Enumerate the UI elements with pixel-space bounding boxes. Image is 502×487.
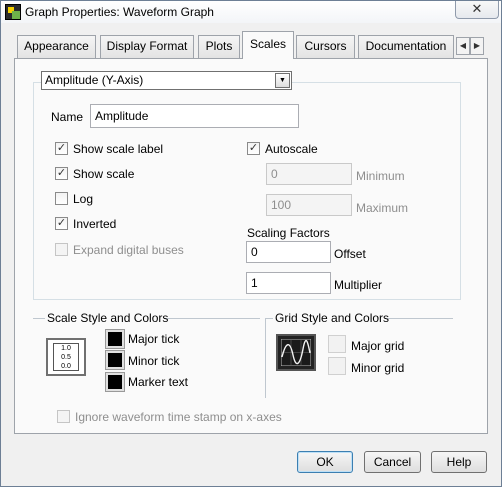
log-label: Log: [73, 192, 94, 206]
scale-style-preview: 1.0 0.5 0.0: [53, 343, 79, 371]
minor-tick-label: Minor tick: [128, 354, 180, 368]
major-tick-label: Major tick: [128, 332, 180, 346]
grid-wave-icon: [280, 338, 312, 367]
group-divider: [265, 318, 266, 398]
show-scale-checkbox[interactable]: ✓: [55, 167, 68, 180]
scale-style-divider-left: [33, 318, 45, 319]
expand-digital-buses-checkbox[interactable]: [55, 243, 68, 256]
ignore-timestamp-checkbox[interactable]: [57, 410, 70, 423]
cancel-button[interactable]: Cancel: [364, 451, 421, 473]
multiplier-label: Multiplier: [334, 278, 383, 292]
autoscale-label: Autoscale: [265, 142, 318, 156]
maximum-label: Maximum: [356, 201, 409, 215]
marker-text-color-swatch[interactable]: [105, 372, 125, 392]
show-scale-label-checkbox[interactable]: ✓: [55, 142, 68, 155]
minor-grid-label: Minor grid: [351, 361, 405, 375]
grid-style-title: Grid Style and Colors: [275, 311, 390, 325]
expand-digital-buses-label: Expand digital buses: [73, 243, 184, 257]
scale-style-divider-right: [164, 318, 260, 319]
grid-style-divider-right: [387, 318, 453, 319]
show-scale-label-label: Show scale label: [73, 142, 164, 156]
chevron-down-icon[interactable]: ▼: [275, 73, 290, 88]
inverted-checkbox[interactable]: ✓: [55, 217, 68, 230]
ignore-timestamp-label: Ignore waveform time stamp on x-axes: [75, 410, 282, 424]
minimum-label: Minimum: [356, 169, 405, 183]
multiplier-field[interactable]: 1: [246, 272, 331, 294]
minimum-field[interactable]: 0: [266, 163, 352, 185]
minor-grid-color-swatch[interactable]: [328, 357, 346, 375]
major-grid-label: Major grid: [351, 339, 405, 353]
scaling-factors-title: Scaling Factors: [247, 226, 330, 240]
ok-button[interactable]: OK: [297, 451, 353, 473]
minor-tick-color-swatch[interactable]: [105, 350, 125, 370]
autoscale-checkbox[interactable]: ✓: [247, 142, 260, 155]
log-checkbox[interactable]: [55, 192, 68, 205]
grid-style-icon[interactable]: [276, 334, 316, 371]
grid-style-divider-left: [265, 318, 273, 319]
scale-style-tick-bottom: 0.0: [61, 363, 71, 370]
axis-selector-value: Amplitude (Y-Axis): [45, 73, 144, 87]
offset-field[interactable]: 0: [246, 241, 331, 263]
help-button[interactable]: Help: [431, 451, 487, 473]
name-field[interactable]: Amplitude: [90, 104, 299, 128]
scale-style-tick-top: 1.0: [61, 345, 71, 352]
major-grid-color-swatch[interactable]: [328, 335, 346, 353]
marker-text-label: Marker text: [128, 375, 189, 389]
major-tick-color-swatch[interactable]: [105, 329, 125, 349]
scale-style-tick-mid: 0.5: [61, 354, 71, 361]
scale-style-icon[interactable]: 1.0 0.5 0.0: [46, 338, 86, 376]
show-scale-label: Show scale: [73, 167, 135, 181]
offset-label: Offset: [334, 247, 366, 261]
maximum-field[interactable]: 100: [266, 194, 352, 216]
inverted-label: Inverted: [73, 217, 117, 231]
name-label: Name: [51, 110, 84, 124]
axis-selector[interactable]: Amplitude (Y-Axis) ▼: [41, 71, 292, 90]
scale-style-title: Scale Style and Colors: [47, 311, 169, 325]
